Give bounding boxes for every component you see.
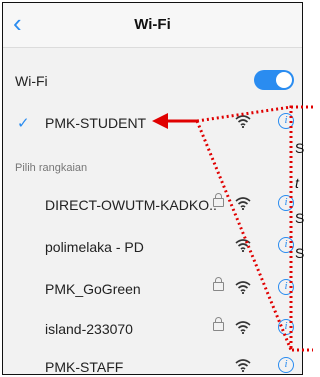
wifi-signal-icon [235, 239, 251, 252]
wifi-signal-icon [235, 197, 251, 210]
wifi-signal-icon [235, 281, 251, 294]
network-name: polimelaka - PD [45, 239, 144, 255]
section-label: Pilih rangkaian [15, 162, 88, 174]
top-bar: ‹ Wi-Fi [3, 3, 302, 48]
wifi-signal-icon [235, 115, 251, 128]
check-icon: ✓ [17, 115, 30, 132]
network-row[interactable]: DIRECT-OWUTM-KADKO.. i [3, 185, 302, 223]
network-row[interactable]: island-233070 i [3, 309, 302, 347]
annotation-text: S [295, 210, 305, 226]
wifi-settings-screen: ‹ Wi-Fi Wi-Fi ✓ PMK-STUDENT i Pilih rang… [2, 2, 303, 375]
info-icon[interactable]: i [278, 237, 294, 253]
info-icon[interactable]: i [278, 113, 294, 129]
lock-icon [213, 317, 224, 331]
annotation-text: S [295, 140, 305, 156]
wifi-signal-icon [235, 321, 251, 334]
network-row[interactable]: PMK-STAFF i [3, 347, 302, 375]
toggle-knob [276, 72, 292, 88]
wifi-toggle-row: Wi-Fi [3, 61, 302, 99]
annotation-text: S [295, 245, 305, 261]
wifi-toggle-label: Wi-Fi [15, 73, 48, 89]
connected-network-name: PMK-STUDENT [45, 115, 147, 131]
network-name: island-233070 [45, 321, 133, 337]
info-icon[interactable]: i [278, 195, 294, 211]
info-icon[interactable]: i [278, 279, 294, 295]
info-icon[interactable]: i [278, 319, 294, 335]
network-name: PMK-STAFF [45, 359, 124, 375]
connected-network[interactable]: ✓ PMK-STUDENT i [3, 103, 302, 141]
wifi-signal-icon [235, 359, 251, 372]
network-name: DIRECT-OWUTM-KADKO.. [45, 197, 217, 213]
lock-icon [213, 193, 224, 207]
wifi-toggle[interactable] [254, 70, 294, 90]
network-row[interactable]: PMK_GoGreen i [3, 269, 302, 307]
info-icon[interactable]: i [278, 357, 294, 373]
page-title: Wi-Fi [134, 16, 171, 33]
lock-icon [213, 277, 224, 291]
annotation-text: t [295, 175, 299, 191]
network-row[interactable]: polimelaka - PD i [3, 227, 302, 265]
network-name: PMK_GoGreen [45, 281, 141, 297]
